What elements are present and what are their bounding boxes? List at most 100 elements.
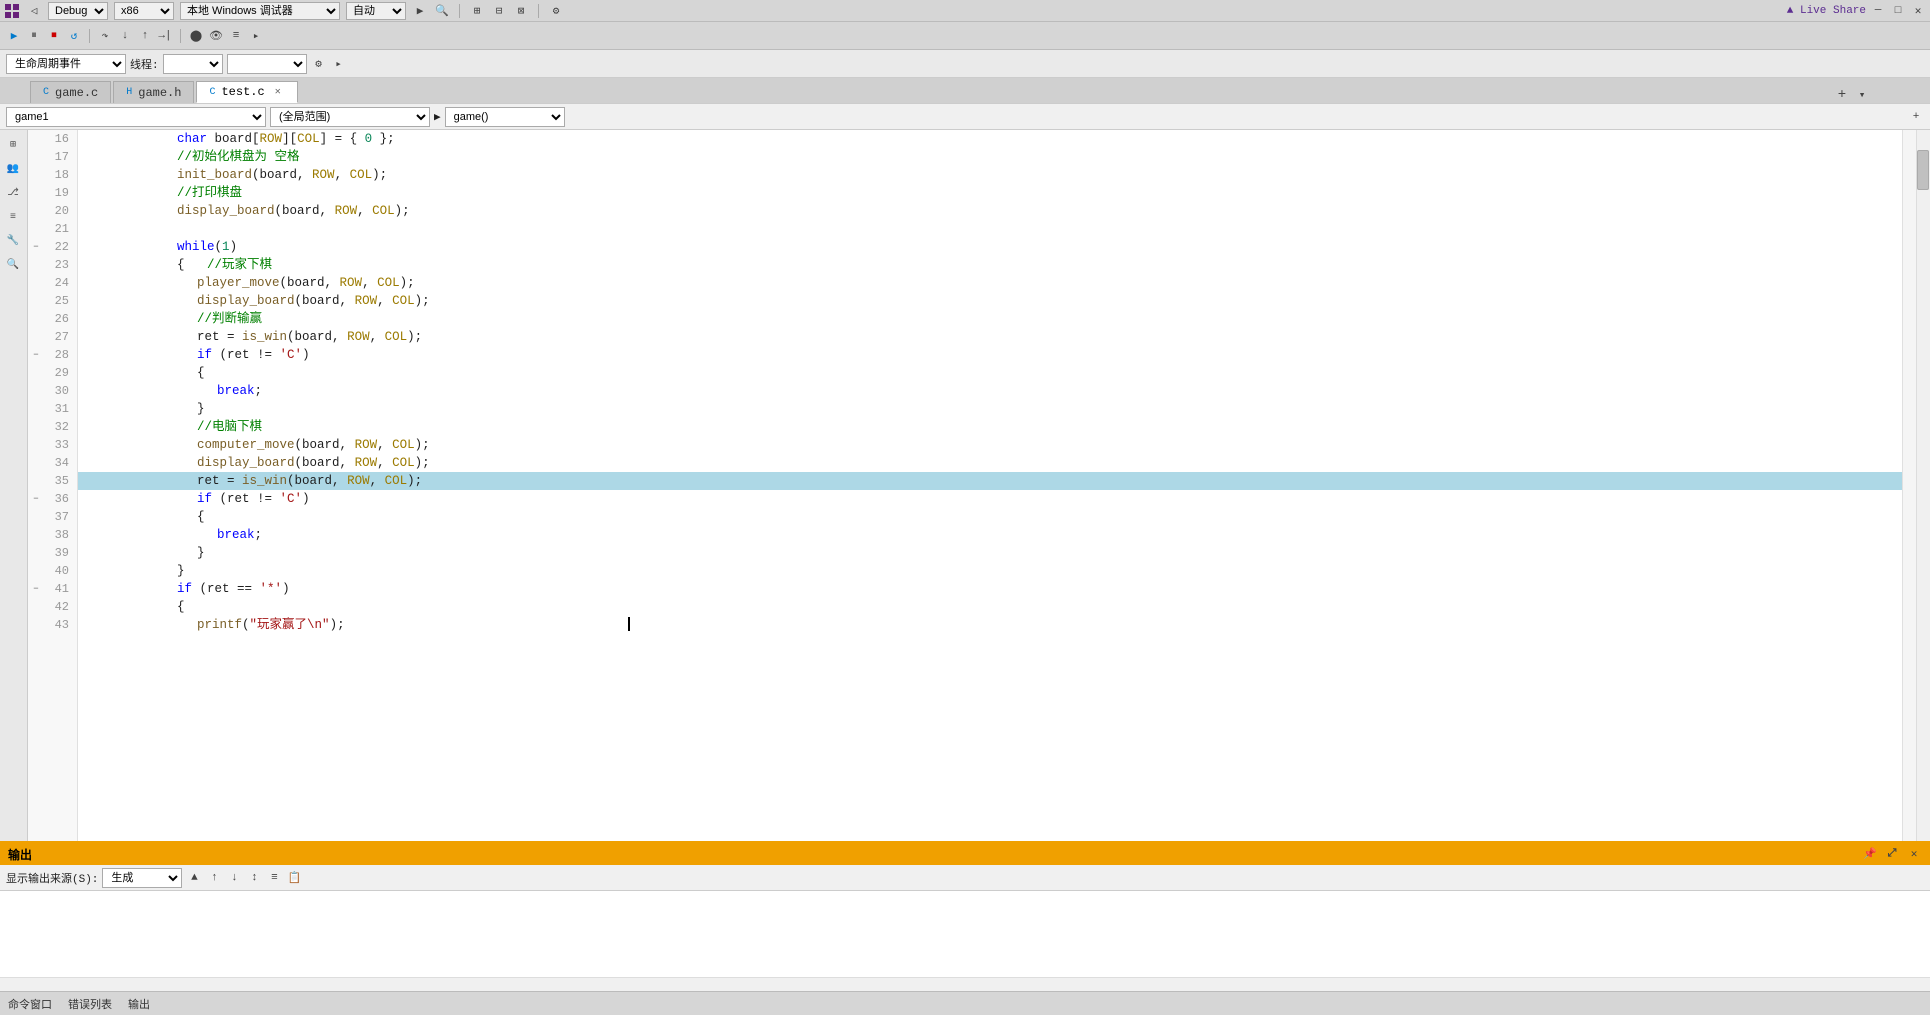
restart-icon[interactable]: ↺ <box>66 28 82 44</box>
line-num-24[interactable]: 24 <box>28 274 77 292</box>
output-prev-icon[interactable]: ↑ <box>206 870 222 886</box>
tab-label-game-c[interactable]: game.c <box>55 86 98 100</box>
code-line-43[interactable]: printf("玩家赢了\n"); <box>78 616 1902 634</box>
toolbox-icon[interactable]: 🔧 <box>2 230 24 252</box>
output-sort-icon[interactable]: ↕ <box>246 870 262 886</box>
auto-dropdown[interactable]: 自动 <box>346 2 406 20</box>
config-icon[interactable]: ⚙ <box>548 3 564 19</box>
output-up-icon[interactable]: ▲ <box>186 870 202 886</box>
line-num-39[interactable]: 39 <box>28 544 77 562</box>
line-num-18[interactable]: 18 <box>28 166 77 184</box>
code-line-30[interactable]: break; <box>78 382 1902 400</box>
play-icon[interactable]: ▶ <box>412 3 428 19</box>
line-num-23[interactable]: 23 <box>28 256 77 274</box>
tab-list-icon[interactable]: ▾ <box>1854 87 1870 103</box>
line-num-19[interactable]: 19 <box>28 184 77 202</box>
project-dropdown[interactable]: game1 <box>6 107 266 127</box>
thread-dropdown[interactable] <box>163 54 223 74</box>
line-num-43[interactable]: 43 <box>28 616 77 634</box>
pause-icon[interactable]: ⏸ <box>26 28 42 44</box>
line-num-37[interactable]: 37 <box>28 508 77 526</box>
vs-logo-icon[interactable] <box>4 3 20 19</box>
scope-dropdown[interactable]: (全局范围) <box>270 107 430 127</box>
output-next-icon[interactable]: ↓ <box>226 870 242 886</box>
code-line-21[interactable] <box>78 220 1902 238</box>
code-line-28[interactable]: if (ret != 'C') <box>78 346 1902 364</box>
line-num-32[interactable]: 32 <box>28 418 77 436</box>
tab-game-h[interactable]: H game.h <box>113 81 194 103</box>
line-num-28[interactable]: 28 − <box>28 346 77 364</box>
code-line-22[interactable]: while(1) <box>78 238 1902 256</box>
more-debug-icon[interactable]: ▸ <box>248 28 264 44</box>
code-line-35[interactable]: ret = is_win(board, ROW, COL); <box>78 472 1902 490</box>
line-num-40[interactable]: 40 <box>28 562 77 580</box>
line-num-38[interactable]: 38 <box>28 526 77 544</box>
configure-icon[interactable]: ⚙ <box>311 56 327 72</box>
line-num-25[interactable]: 25 <box>28 292 77 310</box>
tab-game-c[interactable]: C game.c <box>30 81 111 103</box>
line-num-27[interactable]: 27 <box>28 328 77 346</box>
fold-28[interactable]: − <box>30 349 42 361</box>
minimize-icon[interactable]: ─ <box>1870 3 1886 19</box>
tab-close-test-c[interactable]: ✕ <box>271 85 285 99</box>
fold-41[interactable]: − <box>30 583 42 595</box>
code-content[interactable]: char board[ROW][COL] = { 0 }; //初始化棋盘为 空… <box>78 130 1902 841</box>
step-out-icon[interactable]: ↑ <box>137 28 153 44</box>
line-num-34[interactable]: 34 <box>28 454 77 472</box>
team-explorer-icon[interactable]: 👥 <box>2 158 24 180</box>
line-num-30[interactable]: 30 <box>28 382 77 400</box>
status-command-window[interactable]: 命令窗口 <box>8 996 52 1012</box>
code-line-39[interactable]: } <box>78 544 1902 562</box>
line-num-36[interactable]: 36 − <box>28 490 77 508</box>
fold-36[interactable]: − <box>30 493 42 505</box>
status-error-list[interactable]: 错误列表 <box>68 996 112 1012</box>
continue-icon[interactable]: ▶ <box>6 28 22 44</box>
search-toolbar-icon[interactable]: 🔍 <box>434 3 450 19</box>
tab-label-test-c[interactable]: test.c <box>221 85 264 99</box>
code-line-31[interactable]: } <box>78 400 1902 418</box>
watch-icon[interactable]: 👁 <box>208 28 224 44</box>
git-changes-icon[interactable]: ⎇ <box>2 182 24 204</box>
line-num-35[interactable]: 35 <box>28 472 77 490</box>
code-line-18[interactable]: init_board(board, ROW, COL); <box>78 166 1902 184</box>
add-location-icon[interactable]: + <box>1908 109 1924 125</box>
scroll-thumb[interactable] <box>1917 150 1929 190</box>
fold-22[interactable]: − <box>30 241 42 253</box>
tab-label-game-h[interactable]: game.h <box>138 86 181 100</box>
line-num-31[interactable]: 31 <box>28 400 77 418</box>
solution-explorer-icon[interactable]: ⊞ <box>2 134 24 156</box>
output-bottom-scrollbar[interactable] <box>0 977 1930 991</box>
code-line-42[interactable]: { <box>78 598 1902 616</box>
maximize-icon[interactable]: □ <box>1890 3 1906 19</box>
code-line-37[interactable]: { <box>78 508 1902 526</box>
code-line-38[interactable]: break; <box>78 526 1902 544</box>
output-filter-icon[interactable]: ≡ <box>266 870 282 886</box>
line-num-17[interactable]: 17 <box>28 148 77 166</box>
output-close-icon[interactable]: ✕ <box>1906 846 1922 862</box>
code-line-25[interactable]: display_board(board, ROW, COL); <box>78 292 1902 310</box>
grid-icon[interactable]: ⊞ <box>469 3 485 19</box>
status-output[interactable]: 输出 <box>128 996 150 1012</box>
code-line-16[interactable]: char board[ROW][COL] = { 0 }; <box>78 130 1902 148</box>
run-to-cursor-icon[interactable]: →| <box>157 28 173 44</box>
code-line-36[interactable]: if (ret != 'C') <box>78 490 1902 508</box>
function-dropdown[interactable]: game() <box>445 107 565 127</box>
debug-dropdown[interactable]: Debug <box>48 2 108 20</box>
code-line-20[interactable]: display_board(board, ROW, COL); <box>78 202 1902 220</box>
line-num-20[interactable]: 20 <box>28 202 77 220</box>
arch-dropdown[interactable]: x86 <box>114 2 174 20</box>
new-tab-icon[interactable]: + <box>1834 87 1850 103</box>
code-line-27[interactable]: ret = is_win(board, ROW, COL); <box>78 328 1902 346</box>
output-pin-icon[interactable]: 📌 <box>1862 846 1878 862</box>
code-line-40[interactable]: } <box>78 562 1902 580</box>
stack-dropdown[interactable]: 堆栈帧 <box>227 54 307 74</box>
code-line-29[interactable]: { <box>78 364 1902 382</box>
live-share-label[interactable]: ▲ Live Share <box>1787 5 1866 17</box>
lifecycle-dropdown[interactable]: 生命周期事件 <box>6 54 126 74</box>
expand-toolbar-icon[interactable]: ▸ <box>331 56 347 72</box>
close-window-icon[interactable]: ✕ <box>1910 3 1926 19</box>
output-float-icon[interactable]: ⤢ <box>1884 846 1900 862</box>
line-num-21[interactable]: 21 <box>28 220 77 238</box>
step-over-icon[interactable]: ↷ <box>97 28 113 44</box>
line-num-42[interactable]: 42 <box>28 598 77 616</box>
